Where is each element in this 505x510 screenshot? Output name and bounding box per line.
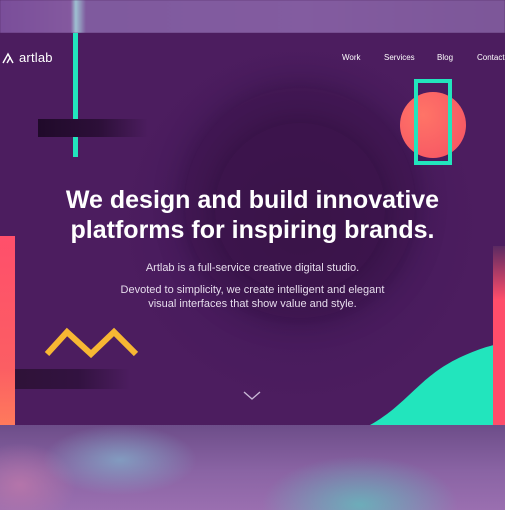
description-line-2: visual interfaces that show value and st… — [148, 298, 357, 310]
teal-vertical-bar — [73, 33, 78, 157]
headline-line-2: platforms for inspiring brands. — [70, 216, 435, 244]
hero-description: Devoted to simplicity, we create intelli… — [0, 283, 505, 311]
nav-item-work[interactable]: Work — [342, 53, 361, 62]
hero-section: artlab Work Services Blog Contact We des… — [0, 33, 505, 425]
chevron-down-icon[interactable] — [243, 391, 261, 401]
dark-stripe — [38, 119, 148, 137]
brand-logo[interactable]: artlab — [2, 50, 53, 65]
hero-tagline: Artlab is a full-service creative digita… — [145, 262, 360, 274]
description-line-1: Devoted to simplicity, we create intelli… — [120, 284, 385, 296]
triangle-logo-icon — [2, 52, 14, 63]
top-blurred-strip — [0, 0, 505, 33]
teal-rectangle-outline — [414, 79, 452, 165]
nav-item-services[interactable]: Services — [384, 53, 415, 62]
headline-line-1: We design and build innovative — [65, 186, 440, 214]
hero-headline: We design and build innovative platforms… — [0, 185, 505, 245]
bottom-blurred-strip — [0, 425, 505, 510]
brand-name: artlab — [19, 50, 53, 65]
nav-item-contact[interactable]: Contact — [477, 53, 505, 62]
nav-item-blog[interactable]: Blog — [437, 53, 453, 62]
dark-stripe — [0, 369, 130, 389]
yellow-zigzag — [44, 327, 139, 358]
